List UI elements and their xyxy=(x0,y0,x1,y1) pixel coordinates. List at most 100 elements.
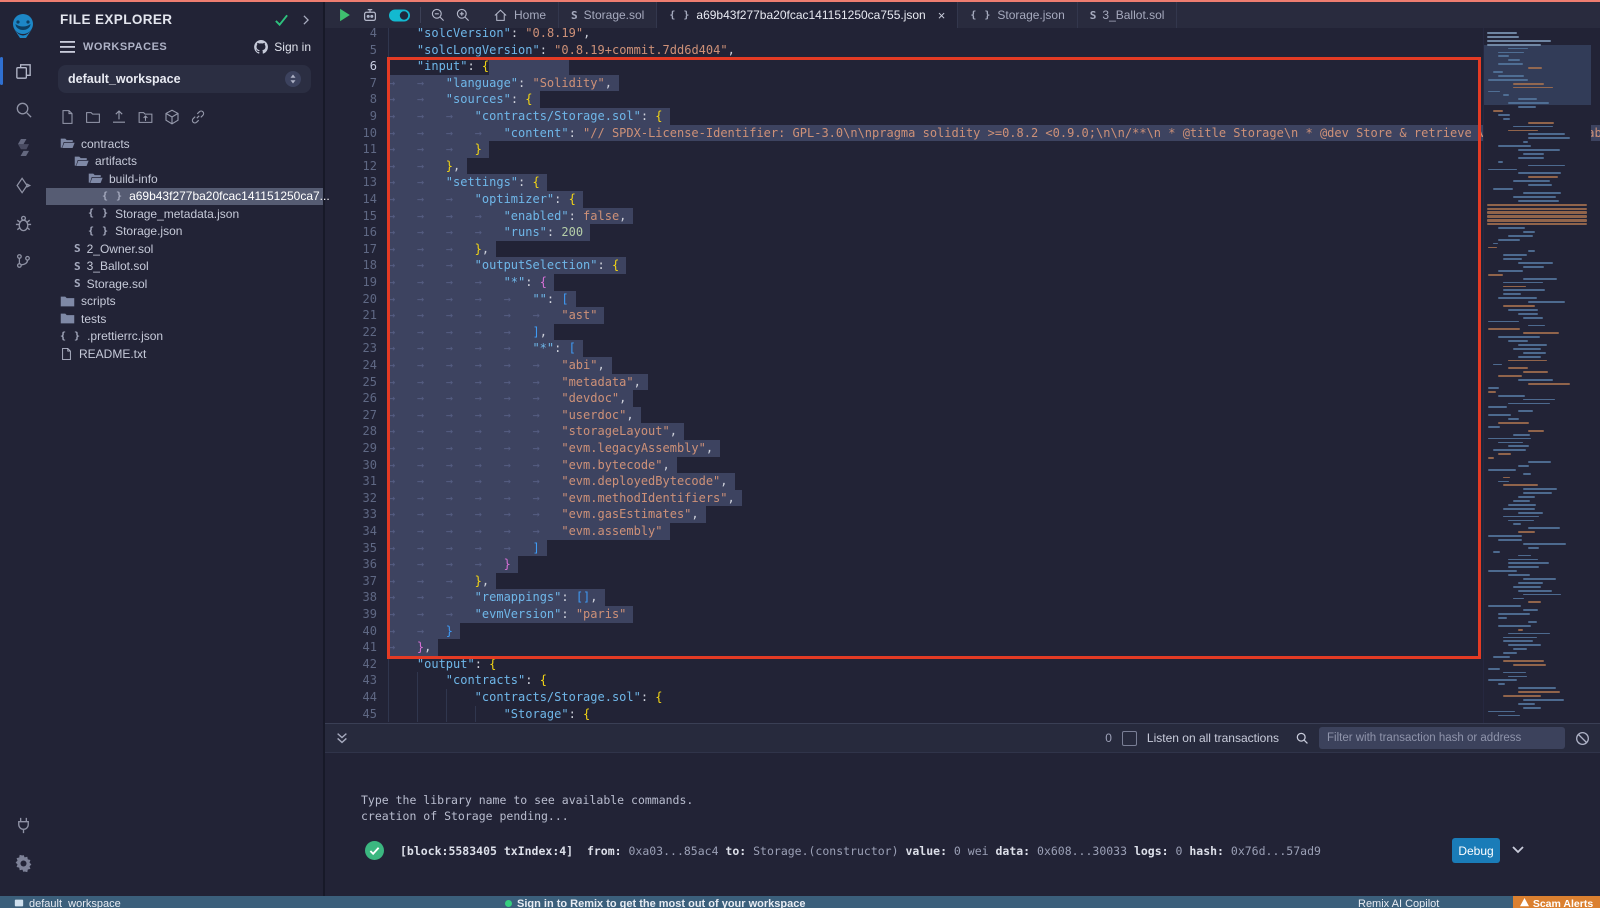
tree-item-a69b43f277ba20fcac141151250ca7-[interactable]: { }a69b43f277ba20fcac141151250ca7... xyxy=(46,188,323,206)
tab-a69b43f277ba20fcac141151250ca755-json[interactable]: { }a69b43f277ba20fcac141151250ca755.json… xyxy=(657,2,958,28)
code-line-37[interactable]: 37→→→}, xyxy=(325,573,1600,590)
code-line-43[interactable]: 43 "contracts": { xyxy=(325,672,1600,689)
import-from-ipfs-icon[interactable] xyxy=(164,109,180,125)
code-line-22[interactable]: 22→→→→→], xyxy=(325,324,1600,341)
statusbar-message[interactable]: Sign in to Remix to get the most out of … xyxy=(505,898,805,908)
create-file-icon[interactable] xyxy=(60,109,75,125)
tree-item-2-owner-sol[interactable]: S2_Owner.sol xyxy=(46,240,323,258)
ai-assistant-icon[interactable] xyxy=(361,6,379,24)
deploy-run-icon[interactable] xyxy=(0,166,46,204)
tab-3-ballot-sol[interactable]: S3_Ballot.sol xyxy=(1078,2,1178,28)
solidity-compiler-icon[interactable] xyxy=(0,128,46,166)
code-line-41[interactable]: 41→}, xyxy=(325,639,1600,656)
statusbar-right-label[interactable]: Remix AI Copilot xyxy=(1358,898,1439,908)
code-line-17[interactable]: 17→→→}, xyxy=(325,241,1600,258)
debug-button[interactable]: Debug xyxy=(1452,838,1500,863)
code-line-16[interactable]: 16→→→→"runs": 200 xyxy=(325,224,1600,241)
tab-storage-json[interactable]: { }Storage.json xyxy=(958,2,1077,28)
code-line-21[interactable]: 21→→→→→→"ast" xyxy=(325,307,1600,324)
code-line-11[interactable]: 11→→→} xyxy=(325,141,1600,158)
code-line-24[interactable]: 24→→→→→→"abi", xyxy=(325,357,1600,374)
debugger-icon[interactable] xyxy=(0,204,46,242)
code-line-39[interactable]: 39→→→"evmVersion": "paris" xyxy=(325,606,1600,623)
tree-item-build-info[interactable]: build-info xyxy=(46,170,323,188)
chevron-right-icon[interactable] xyxy=(299,13,313,27)
remix-logo-icon[interactable] xyxy=(0,2,46,52)
import-from-url-icon[interactable] xyxy=(190,109,206,125)
minimap[interactable] xyxy=(1483,28,1591,723)
tree-item-storage-metadata-json[interactable]: { }Storage_metadata.json xyxy=(46,205,323,223)
code-line-38[interactable]: 38→→→"remappings": [], xyxy=(325,589,1600,606)
code-editor[interactable]: 4 "solcVersion": "0.8.19",5 "solcLongVer… xyxy=(325,28,1600,723)
tree-item-storage-sol[interactable]: SStorage.sol xyxy=(46,275,323,293)
run-script-icon[interactable] xyxy=(337,7,352,23)
git-icon[interactable] xyxy=(0,242,46,280)
tree-item-storage-json[interactable]: { }Storage.json xyxy=(46,223,323,241)
zoom-in-icon[interactable] xyxy=(455,7,471,23)
code-line-26[interactable]: 26→→→→→→"devdoc", xyxy=(325,390,1600,407)
transaction-summary[interactable]: [block:5583405 txIndex:4] from: 0xa03...… xyxy=(400,844,1321,858)
tab-storage-sol[interactable]: SStorage.sol xyxy=(559,2,657,28)
code-line-36[interactable]: 36→→→→} xyxy=(325,556,1600,573)
scam-alerts-badge[interactable]: Scam Alerts xyxy=(1513,896,1600,908)
tree-item-artifacts[interactable]: artifacts xyxy=(46,153,323,171)
tree-item--prettierrc-json[interactable]: { }.prettierrc.json xyxy=(46,328,323,346)
json-icon: { } xyxy=(102,191,123,202)
code-line-9[interactable]: 9→→→"contracts/Storage.sol": { xyxy=(325,108,1600,125)
tree-item-contracts[interactable]: contracts xyxy=(46,135,323,153)
code-line-33[interactable]: 33→→→→→→"evm.gasEstimates", xyxy=(325,506,1600,523)
workspace-select[interactable]: default_workspace xyxy=(58,65,311,93)
code-line-40[interactable]: 40→→} xyxy=(325,623,1600,640)
code-line-30[interactable]: 30→→→→→→"evm.bytecode", xyxy=(325,457,1600,474)
clear-console-icon[interactable] xyxy=(1575,731,1590,746)
code-line-31[interactable]: 31→→→→→→"evm.deployedBytecode", xyxy=(325,473,1600,490)
code-line-18[interactable]: 18→→→"outputSelection": { xyxy=(325,257,1600,274)
listen-checkbox[interactable] xyxy=(1122,731,1137,746)
code-line-10[interactable]: 10→→→→"content": "// SPDX-License-Identi… xyxy=(325,125,1600,142)
code-line-7[interactable]: 7→→"language": "Solidity", xyxy=(325,75,1600,92)
code-line-5[interactable]: 5 "solcLongVersion": "0.8.19+commit.7dd6… xyxy=(325,42,1600,59)
code-line-25[interactable]: 25→→→→→→"metadata", xyxy=(325,374,1600,391)
code-line-42[interactable]: 42 "output": { xyxy=(325,656,1600,673)
minimap-line xyxy=(1508,566,1539,568)
code-line-23[interactable]: 23→→→→→"*": [ xyxy=(325,340,1600,357)
code-line-12[interactable]: 12→→}, xyxy=(325,158,1600,175)
code-line-28[interactable]: 28→→→→→→"storageLayout", xyxy=(325,423,1600,440)
plugin-manager-icon[interactable] xyxy=(0,806,46,844)
tree-item-readme-txt[interactable]: README.txt xyxy=(46,345,323,363)
code-line-8[interactable]: 8→→"sources": { xyxy=(325,91,1600,108)
collapse-terminal-icon[interactable] xyxy=(335,731,349,745)
code-line-20[interactable]: 20→→→→→"": [ xyxy=(325,291,1600,308)
code-line-13[interactable]: 13→→"settings": { xyxy=(325,174,1600,191)
file-explorer-icon[interactable] xyxy=(0,52,46,90)
close-tab-icon[interactable]: × xyxy=(938,8,946,23)
code-line-6[interactable]: 6 "input": { xyxy=(325,58,1600,75)
tx-expand-chevron-icon[interactable] xyxy=(1510,843,1526,857)
create-folder-icon[interactable] xyxy=(85,110,101,125)
code-line-29[interactable]: 29→→→→→→"evm.legacyAssembly", xyxy=(325,440,1600,457)
code-line-34[interactable]: 34→→→→→→"evm.assembly" xyxy=(325,523,1600,540)
tree-item-scripts[interactable]: scripts xyxy=(46,293,323,311)
tree-item-3-ballot-sol[interactable]: S3_Ballot.sol xyxy=(46,258,323,276)
code-line-35[interactable]: 35→→→→→] xyxy=(325,540,1600,557)
upload-folder-icon[interactable] xyxy=(137,110,154,125)
toggle-widget-icon[interactable] xyxy=(388,8,411,23)
code-line-45[interactable]: 45 "Storage": { xyxy=(325,706,1600,723)
search-icon[interactable] xyxy=(0,90,46,128)
code-line-4[interactable]: 4 "solcVersion": "0.8.19", xyxy=(325,28,1600,42)
tree-item-tests[interactable]: tests xyxy=(46,310,323,328)
upload-file-icon[interactable] xyxy=(111,109,127,125)
sign-in-button[interactable]: Sign in xyxy=(253,39,311,55)
statusbar-workspace[interactable]: default_workspace xyxy=(14,898,121,908)
code-line-32[interactable]: 32→→→→→→"evm.methodIdentifiers", xyxy=(325,490,1600,507)
tab-home[interactable]: Home xyxy=(481,2,559,28)
settings-icon[interactable] xyxy=(0,844,46,882)
zoom-out-icon[interactable] xyxy=(430,7,446,23)
hamburger-icon[interactable] xyxy=(60,41,75,53)
code-line-19[interactable]: 19→→→→"*": { xyxy=(325,274,1600,291)
code-line-27[interactable]: 27→→→→→→"userdoc", xyxy=(325,407,1600,424)
code-line-14[interactable]: 14→→→"optimizer": { xyxy=(325,191,1600,208)
code-line-15[interactable]: 15→→→→"enabled": false, xyxy=(325,208,1600,225)
code-line-44[interactable]: 44 "contracts/Storage.sol": { xyxy=(325,689,1600,706)
transaction-filter-input[interactable] xyxy=(1319,727,1565,749)
